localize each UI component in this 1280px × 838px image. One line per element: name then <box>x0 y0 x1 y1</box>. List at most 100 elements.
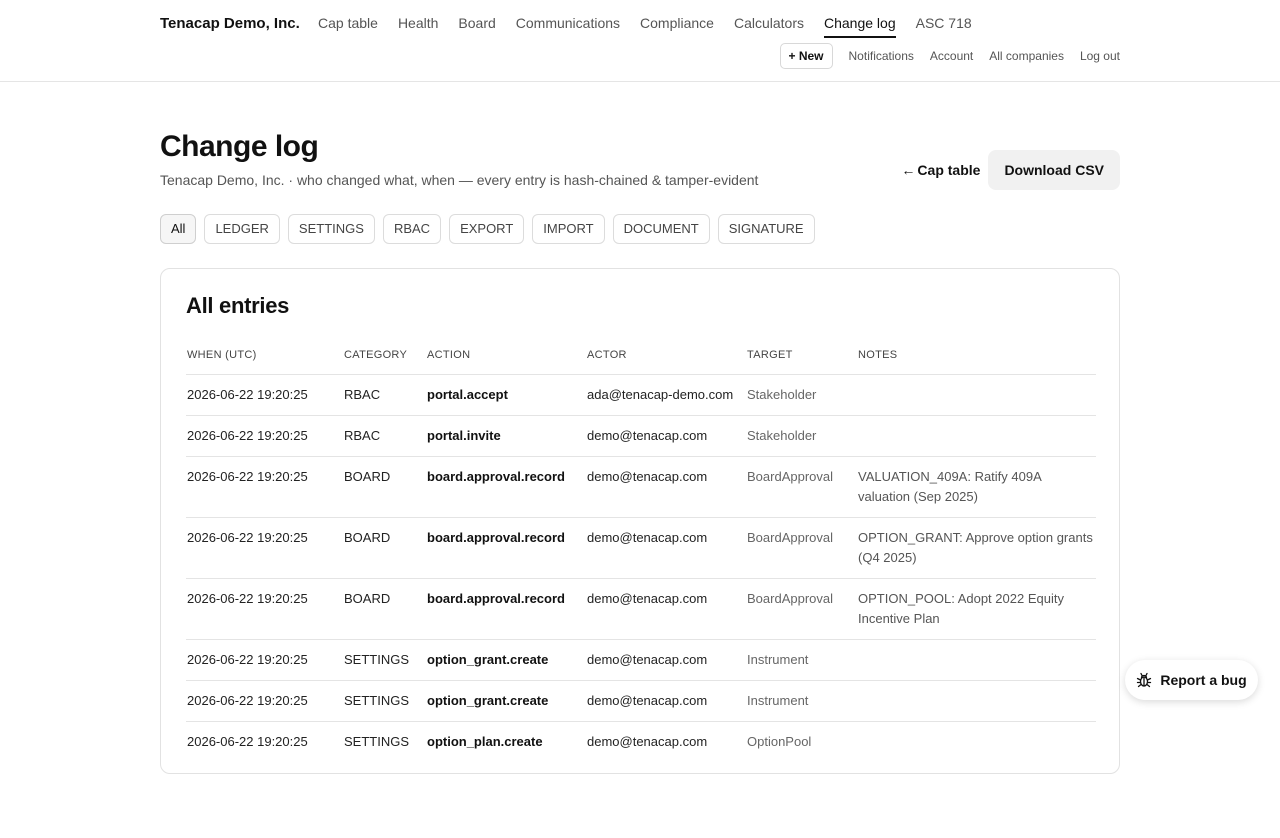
cell-action: board.approval.record <box>426 578 586 640</box>
table-header-row: WHEN (UTC) CATEGORY ACTION ACTOR TARGET … <box>186 347 1096 375</box>
cell-actor: demo@tenacap.com <box>586 456 746 518</box>
page-title: Change log <box>160 130 319 163</box>
cell-category: BOARD <box>343 456 426 518</box>
filter-all[interactable]: All <box>160 214 197 244</box>
download-csv-button[interactable]: Download CSV <box>988 150 1120 190</box>
cell-action: portal.invite <box>426 415 586 457</box>
cell-when: 2026-06-22 19:20:25 <box>186 374 343 416</box>
notifications-link[interactable]: Notifications <box>849 49 914 63</box>
table-row: 2026-06-22 19:20:25 BOARD board.approval… <box>186 578 1096 640</box>
title-actions: ← Cap table Download CSV <box>901 150 1120 190</box>
cell-notes: OPTION_POOL: Adopt 2022 Equity Incentive… <box>857 578 1096 640</box>
cell-action: board.approval.record <box>426 456 586 518</box>
cell-actor: demo@tenacap.com <box>587 733 708 749</box>
cell-when: 2026-06-22 19:20:25 <box>186 578 343 640</box>
filter-document[interactable]: DOCUMENT <box>612 214 710 244</box>
cell-when: 2026-06-22 19:20:25 <box>186 456 343 518</box>
cell-action: option_grant.create <box>426 639 586 681</box>
nav-cap-table[interactable]: Cap table <box>318 15 378 38</box>
cell-notes <box>857 415 1096 457</box>
filter-ledger[interactable]: LEDGER <box>204 214 280 244</box>
cell-action: option_grant.create <box>426 680 586 722</box>
cell-target: Instrument <box>746 639 857 681</box>
cell-actor: demo@tenacap.com <box>586 680 746 722</box>
filter-rbac[interactable]: RBAC <box>382 214 442 244</box>
col-notes: NOTES <box>857 347 1096 375</box>
left-arrow-icon: ← <box>901 162 916 178</box>
account-nav: + New Notifications Account All companie… <box>779 43 1120 69</box>
account-link[interactable]: Account <box>930 49 973 63</box>
nav-health[interactable]: Health <box>398 15 438 38</box>
col-when: WHEN (UTC) <box>186 347 343 375</box>
nav-compliance[interactable]: Compliance <box>640 15 714 38</box>
cell-action: portal.accept <box>426 374 586 416</box>
top-header: Tenacap Demo, Inc. Cap table Health Boar… <box>0 0 1280 82</box>
nav-change-log[interactable]: Change log <box>824 15 896 38</box>
bug-icon <box>1136 672 1152 688</box>
cell-actor: demo@tenacap.com <box>586 517 746 579</box>
filter-import[interactable]: IMPORT <box>532 214 605 244</box>
col-action: ACTION <box>426 347 586 375</box>
cell-notes <box>857 721 1096 762</box>
nav-board[interactable]: Board <box>458 15 495 38</box>
cell-notes: OPTION_GRANT: Approve option grants (Q4 … <box>857 517 1096 579</box>
log-out-link[interactable]: Log out <box>1080 49 1120 63</box>
cell-when: 2026-06-22 19:20:25 <box>186 639 343 681</box>
cell-category: SETTINGS <box>343 680 426 722</box>
nav-calculators[interactable]: Calculators <box>734 15 804 38</box>
cell-target: Instrument <box>746 680 857 722</box>
cell-actor: demo@tenacap.com <box>586 415 746 457</box>
category-filters: All LEDGER SETTINGS RBAC EXPORT IMPORT D… <box>160 214 815 244</box>
cell-target: BoardApproval <box>746 517 857 579</box>
back-to-cap-table-link[interactable]: ← Cap table <box>901 162 980 178</box>
cell-target: BoardApproval <box>746 578 857 640</box>
table-row: 2026-06-22 19:20:25 SETTINGS option_plan… <box>186 721 1096 762</box>
table-row: 2026-06-22 19:20:25 SETTINGS option_gran… <box>186 680 1096 722</box>
filter-export[interactable]: EXPORT <box>449 214 525 244</box>
all-companies-link[interactable]: All companies <box>989 49 1064 63</box>
main-nav: Cap table Health Board Communications Co… <box>318 15 972 38</box>
cell-when: 2026-06-22 19:20:25 <box>186 680 343 722</box>
company-brand[interactable]: Tenacap Demo, Inc. <box>160 15 300 32</box>
nav-asc-718[interactable]: ASC 718 <box>916 15 972 38</box>
cell-target: Stakeholder <box>746 374 857 416</box>
cell-notes <box>857 680 1096 722</box>
cell-target: BoardApproval <box>746 456 857 518</box>
cell-when: 2026-06-22 19:20:25 <box>186 415 343 457</box>
cell-category: BOARD <box>343 578 426 640</box>
col-actor: ACTOR <box>586 347 746 375</box>
table-row: 2026-06-22 19:20:25 RBAC portal.invite d… <box>186 415 1096 457</box>
table-row: 2026-06-22 19:20:25 RBAC portal.accept a… <box>186 374 1096 416</box>
cell-when: 2026-06-22 19:20:25 <box>186 517 343 579</box>
cell-category: BOARD <box>343 517 426 579</box>
cell-category: SETTINGS <box>344 733 410 749</box>
table-row: 2026-06-22 19:20:25 BOARD board.approval… <box>186 517 1096 579</box>
cell-when: 2026-06-22 19:20:25 <box>187 733 308 749</box>
cell-target: Stakeholder <box>746 415 857 457</box>
col-category: CATEGORY <box>343 347 426 375</box>
change-log-table: WHEN (UTC) CATEGORY ACTION ACTOR TARGET … <box>186 347 1096 762</box>
back-link-label: Cap table <box>917 162 981 178</box>
cell-actor: demo@tenacap.com <box>586 639 746 681</box>
cell-category: RBAC <box>343 415 426 457</box>
report-bug-button[interactable]: Report a bug <box>1125 660 1258 700</box>
col-target: TARGET <box>746 347 857 375</box>
filter-settings[interactable]: SETTINGS <box>287 214 375 244</box>
cell-category: RBAC <box>343 374 426 416</box>
new-button[interactable]: + New <box>779 43 833 69</box>
page-subtitle: Tenacap Demo, Inc. · who changed what, w… <box>160 172 759 188</box>
cell-target: OptionPool <box>747 733 812 749</box>
table-row: 2026-06-22 19:20:25 BOARD board.approval… <box>186 456 1096 518</box>
cell-notes: VALUATION_409A: Ratify 409A valuation (S… <box>857 456 1096 518</box>
filter-signature[interactable]: SIGNATURE <box>717 214 815 244</box>
table-row: 2026-06-22 19:20:25 SETTINGS option_gran… <box>186 639 1096 681</box>
report-bug-label: Report a bug <box>1160 672 1247 688</box>
cell-action: board.approval.record <box>426 517 586 579</box>
cell-notes <box>857 639 1096 681</box>
cell-notes <box>857 374 1096 416</box>
cell-actor: ada@tenacap-demo.com <box>586 374 746 416</box>
cell-category: SETTINGS <box>343 639 426 681</box>
nav-communications[interactable]: Communications <box>516 15 620 38</box>
cell-action: option_plan.create <box>427 733 543 749</box>
entries-title: All entries <box>186 293 290 318</box>
